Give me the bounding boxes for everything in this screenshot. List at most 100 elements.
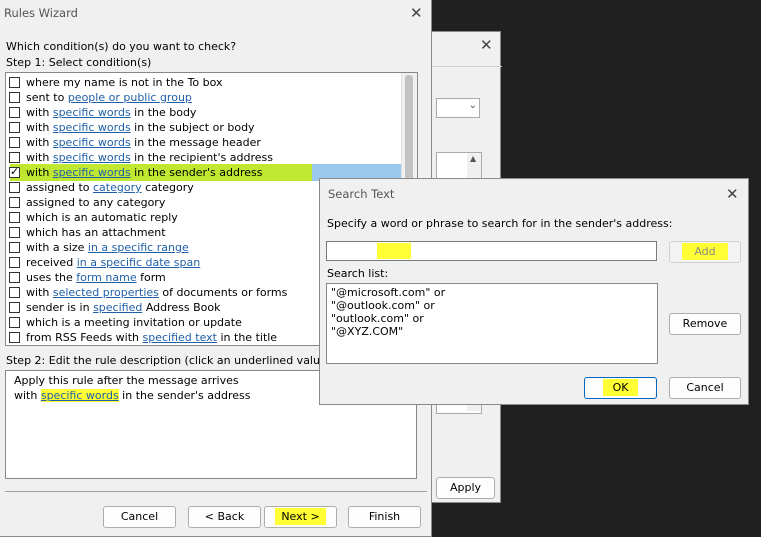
condition-checkbox[interactable] [9, 197, 20, 208]
add-button[interactable]: Add [669, 241, 741, 263]
condition-text-suffix: in the body [130, 106, 197, 119]
condition-row[interactable]: which is a meeting invitation or update [9, 315, 242, 330]
condition-checkbox[interactable] [9, 287, 20, 298]
condition-text: from RSS Feeds with [26, 331, 143, 344]
condition-link[interactable]: specific words [53, 136, 131, 149]
condition-checkbox[interactable] [9, 122, 20, 133]
condition-text: sent to [26, 91, 68, 104]
desc-line-2-prefix: with [14, 389, 41, 402]
condition-checkbox[interactable] [9, 92, 20, 103]
condition-link[interactable]: category [93, 181, 142, 194]
condition-checkbox[interactable] [9, 302, 20, 313]
condition-checkbox[interactable] [9, 164, 20, 179]
condition-row[interactable]: from RSS Feeds with specified text in th… [9, 330, 277, 345]
scroll-up-icon: ▲ [470, 154, 477, 163]
condition-row[interactable]: with specific words in the sender's addr… [9, 164, 263, 180]
remove-button[interactable]: Remove [669, 313, 741, 335]
next-button-label: Next > [275, 508, 326, 525]
condition-text: with [26, 286, 53, 299]
condition-row[interactable]: with selected properties of documents or… [9, 285, 287, 300]
condition-link[interactable]: specific words [53, 151, 131, 164]
condition-link[interactable]: in a specific range [88, 241, 189, 254]
search-list-item[interactable]: "@microsoft.com" or [331, 286, 445, 299]
condition-text: sender is in [26, 301, 94, 314]
condition-link[interactable]: people or public group [68, 91, 192, 104]
condition-text-suffix: Address Book [142, 301, 221, 314]
condition-link[interactable]: selected properties [53, 286, 159, 299]
condition-text: assigned to any category [26, 196, 166, 209]
cancel-button[interactable]: Cancel [103, 506, 176, 528]
condition-text: which has an attachment [26, 226, 166, 239]
condition-row[interactable]: which is an automatic reply [9, 210, 178, 225]
condition-text-suffix: form [136, 271, 166, 284]
back-button[interactable]: < Back [188, 506, 261, 528]
condition-row[interactable]: received in a specific date span [9, 255, 200, 270]
condition-row[interactable]: assigned to category category [9, 180, 194, 195]
condition-checkbox[interactable] [9, 317, 20, 328]
condition-row[interactable]: assigned to any category [9, 195, 165, 210]
condition-link[interactable]: specific words [53, 121, 131, 134]
condition-checkbox[interactable] [9, 182, 20, 193]
condition-text-suffix: in the sender's address [130, 166, 263, 179]
desc-line-2-suffix: in the sender's address [118, 389, 251, 402]
condition-checkbox[interactable] [9, 77, 20, 88]
condition-link[interactable]: specified [93, 301, 142, 314]
search-input[interactable] [326, 241, 657, 261]
ok-button[interactable]: OK [584, 377, 657, 399]
condition-text: with [26, 166, 53, 179]
condition-row[interactable]: sender is in specified Address Book [9, 300, 221, 315]
search-list[interactable]: "@microsoft.com" or "@outlook.com" or "out… [326, 283, 658, 364]
apply-button[interactable]: Apply [436, 477, 495, 499]
condition-row[interactable]: with specific words in the message heade… [9, 135, 261, 150]
condition-checkbox[interactable] [9, 227, 20, 238]
condition-text: with [26, 106, 53, 119]
input-highlight-mark [377, 243, 411, 259]
condition-row[interactable]: which has an attachment [9, 225, 166, 240]
ok-button-label: OK [602, 379, 639, 396]
background-dropdown[interactable]: ⌄ [436, 98, 480, 118]
condition-link[interactable]: specified text [143, 331, 217, 344]
condition-text-suffix: category [141, 181, 194, 194]
condition-checkbox[interactable] [9, 137, 20, 148]
condition-checkbox[interactable] [9, 152, 20, 163]
condition-text-suffix: in the title [217, 331, 278, 344]
condition-text: with a size [26, 241, 88, 254]
condition-checkbox[interactable] [9, 242, 20, 253]
condition-link[interactable]: form name [76, 271, 136, 284]
search-list-item[interactable]: "outlook.com" or [331, 312, 424, 325]
condition-checkbox[interactable] [9, 272, 20, 283]
condition-checkbox[interactable] [9, 107, 20, 118]
condition-row[interactable]: with specific words in the recipient's a… [9, 150, 273, 165]
desc-line-1: Apply this rule after the message arrive… [14, 374, 239, 387]
condition-text-suffix: in the message header [130, 136, 261, 149]
condition-text: uses the [26, 271, 77, 284]
condition-row[interactable]: with specific words in the body [9, 105, 196, 120]
condition-row[interactable]: sent to people or public group [9, 90, 192, 105]
condition-row[interactable]: with specific words in the subject or bo… [9, 120, 255, 135]
condition-row[interactable]: uses the form name form [9, 270, 166, 285]
finish-button[interactable]: Finish [348, 506, 421, 528]
condition-row[interactable]: where my name is not in the To box [9, 75, 223, 90]
step2-label: Step 2: Edit the rule description (click… [6, 354, 332, 367]
search-list-item[interactable]: "@XYZ.COM" [331, 325, 403, 338]
search-close-icon[interactable]: ✕ [726, 185, 739, 203]
search-cancel-button[interactable]: Cancel [669, 377, 741, 399]
next-button[interactable]: Next > [264, 506, 337, 528]
condition-link[interactable]: in a specific date span [77, 256, 201, 269]
condition-checkbox[interactable] [9, 332, 20, 343]
condition-checkbox[interactable] [9, 257, 20, 268]
condition-text: assigned to [26, 181, 93, 194]
condition-text-suffix: of documents or forms [158, 286, 288, 299]
search-text-title: Search Text [328, 187, 395, 201]
condition-checkbox[interactable] [9, 212, 20, 223]
add-button-label: Add [682, 243, 728, 260]
condition-row[interactable]: with a size in a specific range [9, 240, 189, 255]
search-list-item[interactable]: "@outlook.com" or [331, 299, 435, 312]
desc-specific-words-link[interactable]: specific words [40, 389, 119, 402]
rules-wizard-title: Rules Wizard [4, 6, 78, 20]
condition-text: which is an automatic reply [26, 211, 178, 224]
condition-link[interactable]: specific words [53, 106, 131, 119]
close-icon[interactable]: ✕ [410, 4, 423, 22]
condition-link[interactable]: specific words [53, 166, 131, 179]
background-close-icon[interactable]: ✕ [480, 36, 493, 54]
